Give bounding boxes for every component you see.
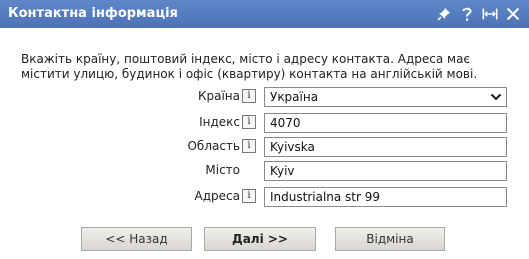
- next-button[interactable]: Далі >>: [204, 227, 316, 251]
- cancel-button[interactable]: Відміна: [335, 227, 445, 251]
- country-row: Країна i Україна: [0, 87, 529, 107]
- city-row: Місто Kyiv: [0, 161, 529, 181]
- instructions-text: Вкажіть країну, поштовий індекс, місто і…: [21, 52, 478, 81]
- address-row: Адреса i Industrialna str 99: [0, 187, 529, 207]
- close-icon[interactable]: [505, 5, 521, 23]
- index-row: Індекс i 4070: [0, 113, 529, 133]
- back-button[interactable]: << Назад: [81, 227, 192, 251]
- region-row: Область i Kyivska: [0, 137, 529, 157]
- index-label: Індекс: [199, 115, 240, 129]
- resize-icon[interactable]: [482, 5, 498, 23]
- chevron-down-icon: [490, 93, 502, 101]
- address-input[interactable]: Industrialna str 99: [264, 187, 507, 207]
- title-bar-controls: [436, 4, 521, 24]
- info-icon[interactable]: i: [242, 189, 256, 203]
- info-icon[interactable]: i: [242, 139, 256, 153]
- address-label: Адреса: [194, 189, 240, 203]
- pin-icon[interactable]: [436, 5, 452, 23]
- info-icon[interactable]: i: [242, 89, 256, 103]
- info-icon[interactable]: i: [242, 115, 256, 129]
- country-label: Країна: [197, 89, 240, 103]
- country-select-value: Україна: [270, 90, 319, 104]
- country-select[interactable]: Україна: [264, 87, 507, 107]
- window-title: Контактна інформація: [8, 6, 178, 21]
- help-icon[interactable]: [459, 5, 475, 23]
- region-input[interactable]: Kyivska: [264, 137, 507, 157]
- city-input[interactable]: Kyiv: [264, 161, 507, 181]
- index-input[interactable]: 4070: [264, 113, 507, 133]
- title-bar: Контактна інформація: [0, 0, 529, 28]
- region-label: Область: [187, 139, 240, 153]
- city-label: Місто: [205, 163, 240, 177]
